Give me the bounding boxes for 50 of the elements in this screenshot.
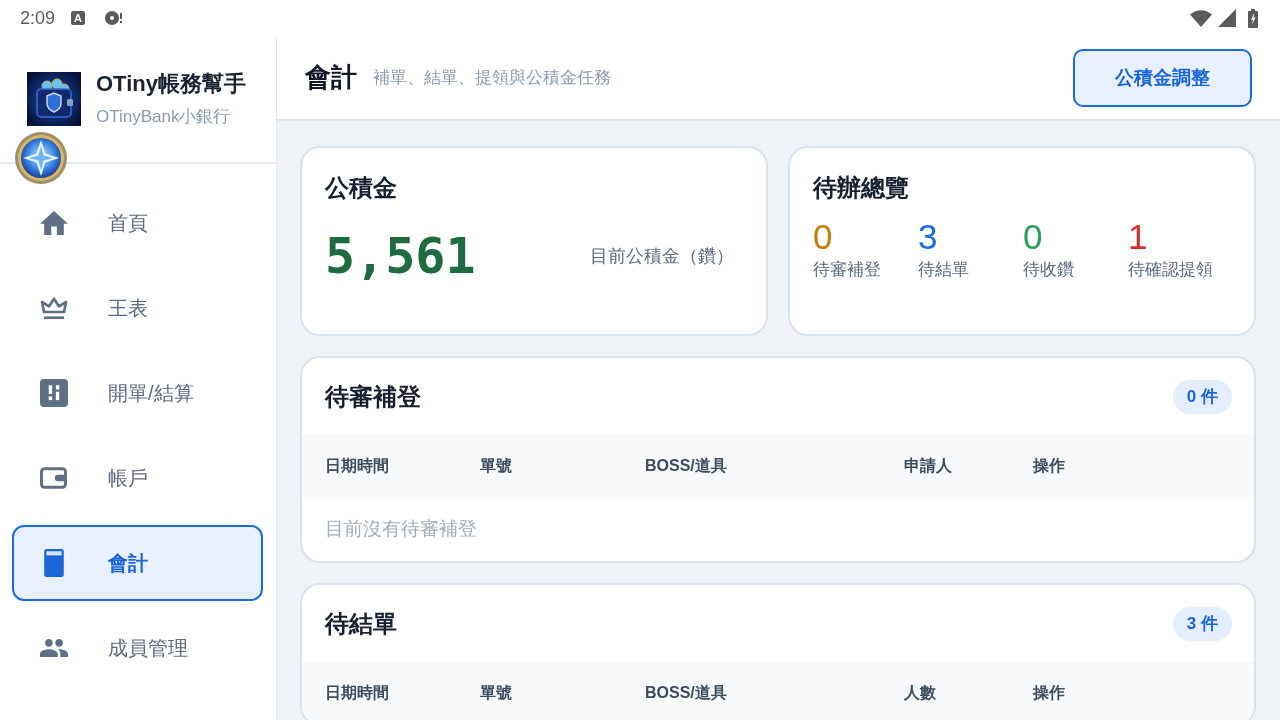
count-badge: 3 件 bbox=[1172, 606, 1232, 641]
stat-label: 待確認提領 bbox=[1128, 259, 1213, 281]
signal-icon bbox=[1218, 9, 1236, 27]
wifi-icon bbox=[1190, 9, 1212, 27]
stat-label: 待結單 bbox=[918, 259, 969, 281]
column-header: 操作 bbox=[1033, 455, 1066, 476]
wallet-logo-icon bbox=[27, 71, 81, 126]
nav-item[interactable]: 開單/結算 bbox=[12, 355, 263, 431]
stat-label: 待審補登 bbox=[813, 259, 881, 281]
count-badge: 0 件 bbox=[1172, 379, 1232, 414]
column-header: 單號 bbox=[480, 455, 513, 476]
app-subtitle: OTinyBank小銀行 bbox=[96, 106, 232, 128]
fund-amount: 5,561 bbox=[325, 226, 476, 287]
column-header: BOSS/道具 bbox=[645, 682, 728, 703]
column-header: 日期時間 bbox=[325, 682, 390, 703]
stat-count: 1 bbox=[1128, 216, 1148, 258]
fund-caption: 目前公積金（鑽） bbox=[590, 245, 734, 268]
stat-count: 0 bbox=[813, 216, 833, 258]
clock-time: 2:09 bbox=[20, 7, 56, 29]
adjust-fund-button[interactable]: 公積金調整 bbox=[1073, 48, 1252, 107]
stat-count: 3 bbox=[918, 216, 938, 258]
column-header: 操作 bbox=[1033, 682, 1066, 703]
column-header: BOSS/道具 bbox=[645, 455, 728, 476]
column-header: 人數 bbox=[904, 682, 937, 703]
column-header: 日期時間 bbox=[325, 455, 390, 476]
card-title: 待辦總覽 bbox=[813, 173, 910, 203]
nav-item[interactable]: 會計 bbox=[12, 525, 263, 601]
nav-item[interactable]: 成員管理 bbox=[12, 610, 263, 686]
nav-item[interactable]: 首頁 bbox=[12, 185, 263, 261]
nav-item[interactable]: 帳戶 bbox=[12, 440, 263, 516]
page-subtitle: 補單、結單、提領與公積金任務 bbox=[373, 67, 611, 89]
section-title: 待審補登 bbox=[325, 381, 421, 412]
alert-square-icon bbox=[40, 379, 68, 407]
column-header: 申請人 bbox=[904, 455, 953, 476]
wallet-icon bbox=[40, 464, 68, 492]
app-title: OTiny帳務幫手 bbox=[96, 70, 246, 98]
crown-icon bbox=[40, 294, 68, 322]
gem-medallion-icon bbox=[14, 131, 68, 185]
home-icon bbox=[40, 209, 68, 237]
column-header: 單號 bbox=[480, 682, 513, 703]
nav-item[interactable]: 王表 bbox=[12, 270, 263, 346]
stat-label: 待收鑽 bbox=[1023, 259, 1074, 281]
app-notification-badge: A bbox=[71, 11, 86, 25]
section-title: 待結單 bbox=[325, 608, 397, 639]
battery-charging-icon bbox=[1248, 8, 1258, 28]
stat-count: 0 bbox=[1023, 216, 1043, 258]
card-title: 公積金 bbox=[325, 173, 398, 203]
disc-alert-icon bbox=[103, 10, 124, 26]
empty-message: 目前沒有待審補登 bbox=[325, 517, 477, 541]
page-title: 會計 bbox=[305, 61, 357, 94]
